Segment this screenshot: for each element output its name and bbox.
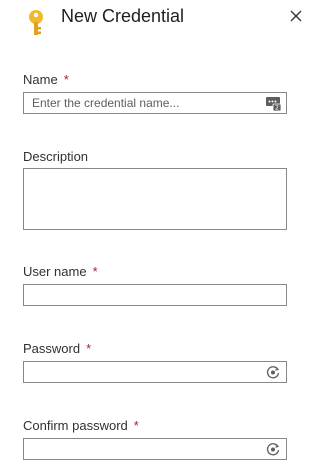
password-input[interactable] [23,361,287,383]
reveal-password-icon[interactable] [265,441,281,457]
key-vault-reference-icon[interactable]: 2 [265,95,282,112]
close-icon[interactable] [286,6,306,26]
user-name-input[interactable] [23,284,287,306]
panel-title: New Credential [61,6,185,26]
name-input[interactable]: Enter the credential name... 2 [23,92,287,114]
svg-text:2: 2 [275,105,279,112]
confirm-password-label: Confirm password * [23,418,139,433]
name-label: Name * [23,72,69,87]
name-input-placeholder: Enter the credential name... [32,96,180,110]
confirm-password-input[interactable] [23,438,287,460]
panel-header: New Credential [0,0,307,40]
description-label: Description [23,149,89,164]
description-textarea[interactable] [23,168,287,230]
required-marker: * [133,418,139,433]
required-marker: * [63,72,69,87]
required-marker: * [86,341,92,356]
new-credential-panel: New Credential Name * Enter the credentia… [0,0,307,473]
key-icon [29,10,43,35]
reveal-password-icon[interactable] [265,364,281,380]
password-label: Password * [23,341,92,356]
required-marker: * [92,264,98,279]
user-name-label: User name * [23,264,98,279]
